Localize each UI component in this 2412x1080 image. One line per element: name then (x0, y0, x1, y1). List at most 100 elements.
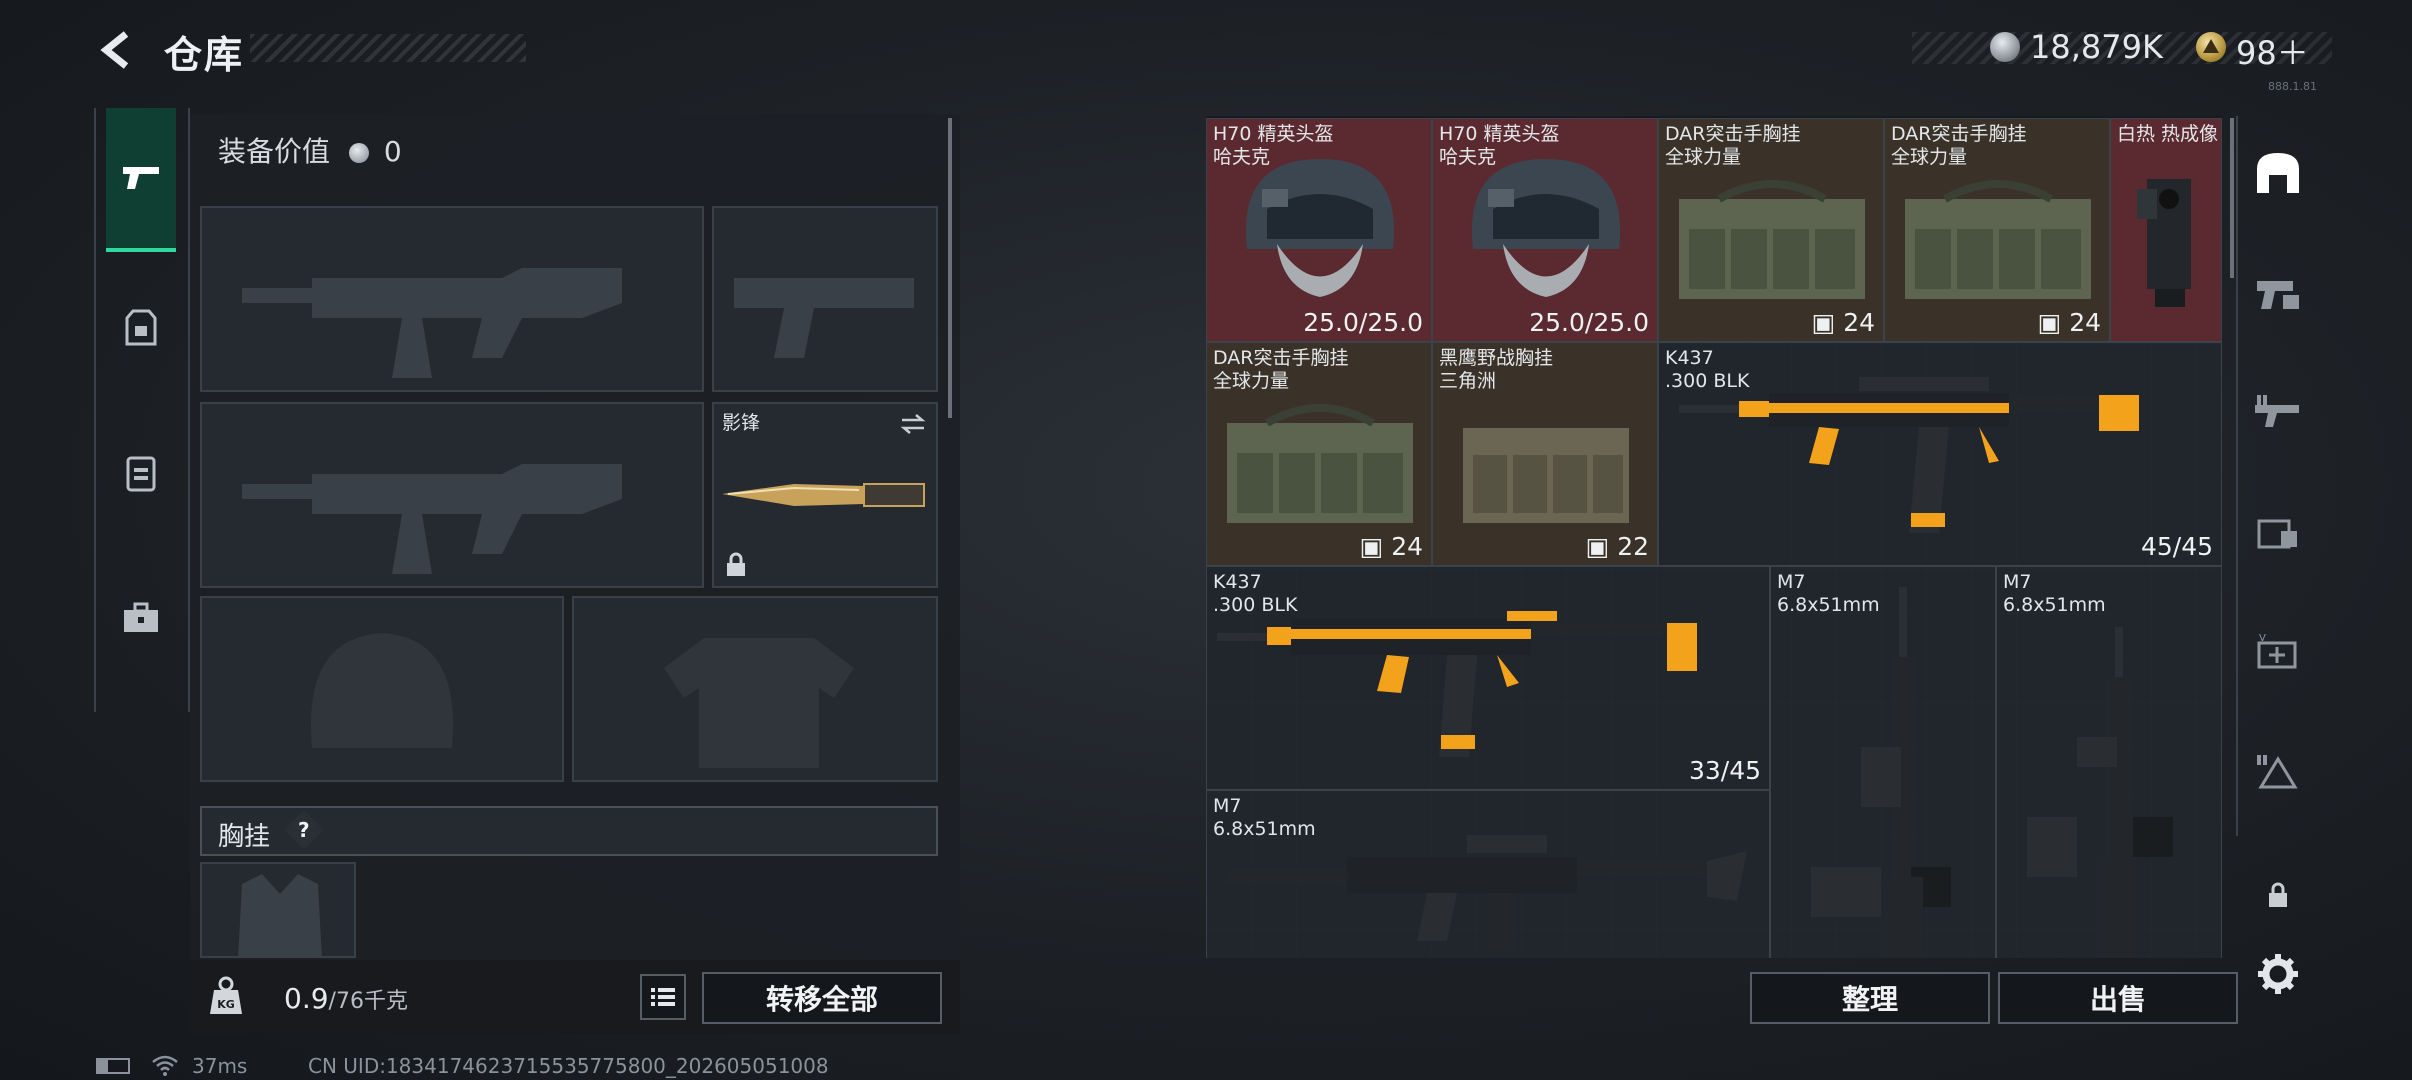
item-name: DAR突击手胸挂 全球力量 (1665, 123, 1801, 168)
transfer-all-button[interactable]: 转移全部 (702, 972, 942, 1024)
tab-all-storage[interactable] (2250, 144, 2306, 200)
misc-category-icon (2257, 755, 2298, 789)
ping-text: 37ms (192, 1054, 248, 1078)
item-name: DAR突击手胸挂 全球力量 (1891, 123, 2027, 168)
item-name: DAR突击手胸挂 全球力量 (1213, 347, 1349, 392)
wifi-icon (150, 1054, 180, 1076)
help-icon[interactable]: ? (284, 810, 324, 850)
body-armor-slot[interactable] (572, 596, 938, 782)
settings-button[interactable] (2256, 952, 2300, 996)
primary-weapon-slot[interactable] (200, 206, 704, 392)
lock-icon (727, 552, 745, 576)
tab-consumables-storage[interactable]: V (2250, 624, 2306, 680)
storage-item[interactable]: K437.300 BLK 33/45 (1206, 566, 1770, 790)
storage-item[interactable]: H70 精英头盔 哈夫克 25.0/25.0 (1206, 118, 1432, 342)
ammo-count: 45/45 (2140, 532, 2213, 561)
storage-grid: H70 精英头盔 哈夫克 25.0/25.0 H70 精英头盔 哈夫克 25.0/2… (1206, 118, 2222, 958)
sort-button[interactable]: 整理 (1750, 972, 1990, 1024)
helmet-silhouette-icon (310, 633, 454, 748)
equipment-scrollbar[interactable] (948, 118, 952, 418)
item-name: 白热 热成像 (2117, 123, 2219, 145)
briefcase-icon (124, 602, 158, 632)
list-view-button[interactable] (640, 974, 686, 1020)
equipment-value-amount: 0 (383, 135, 402, 168)
list-icon (651, 988, 675, 1006)
storage-scrollbar[interactable] (2230, 118, 2234, 278)
item-name: M7 6.8x51mm (1213, 795, 1316, 840)
rifle-silhouette-icon (242, 268, 622, 378)
storage-item[interactable]: DAR突击手胸挂 全球力量 ▣ 24 (1658, 118, 1884, 342)
equipment-category-icon (2257, 519, 2297, 549)
storage-item[interactable]: M7 6.8x51mm (1996, 566, 2222, 958)
item-name: H70 精英头盔 哈夫克 (1439, 123, 1560, 168)
rifle-silhouette-icon (242, 464, 622, 574)
gear-icon (2258, 954, 2298, 994)
capacity-value: ▣ 22 (1585, 532, 1649, 561)
currency-amount: 18,879K (2030, 28, 2163, 66)
title-decoration (250, 34, 526, 62)
storage-item[interactable]: M7 6.8x51mm (1770, 566, 1996, 958)
tab-weapons[interactable] (106, 108, 176, 252)
coin-icon (348, 143, 369, 163)
storage-item[interactable]: K437.300 BLK 45/45 (1658, 342, 2222, 566)
chest-rig-header: 胸挂 ? (200, 806, 938, 856)
durability-value: 25.0/25.0 (1529, 308, 1649, 337)
storage-item[interactable]: 黑鹰野战胸挂 三角洲 ▣ 22 (1432, 342, 1658, 566)
helmet-slot[interactable] (200, 596, 564, 782)
item-name: K437.300 BLK (1213, 571, 1298, 616)
item-name: 黑鹰野战胸挂 三角洲 (1439, 347, 1554, 392)
sell-button[interactable]: 出售 (1998, 972, 2238, 1024)
item-name: M7 6.8x51mm (1777, 571, 1880, 616)
storage-item[interactable]: H70 精英头盔 哈夫克 25.0/25.0 (1432, 118, 1658, 342)
weight-icon: KG (204, 974, 248, 1018)
storage-item[interactable]: 白热 热成像 (2110, 118, 2222, 342)
tab-rifles-storage[interactable] (2250, 384, 2306, 440)
chest-rig-slot[interactable] (200, 862, 356, 958)
melee-slot[interactable]: 影锋 (712, 402, 938, 588)
tab-weapons-storage[interactable] (2250, 264, 2306, 320)
storage-item[interactable]: M7 6.8x51mm (1206, 790, 1770, 958)
item-name: K437.300 BLK (1665, 347, 1750, 392)
weight-readout: 0.9/76千克 (284, 982, 408, 1015)
secondary-weapon-slot[interactable] (200, 402, 704, 588)
warehouse-icon (2257, 153, 2299, 193)
pistol-icon (123, 167, 159, 189)
pistol-slot[interactable] (712, 206, 938, 392)
vest-silhouette-icon (238, 874, 322, 956)
gun-category-icon (2257, 281, 2299, 309)
armor-icon (125, 309, 157, 346)
arrow-left-icon (100, 31, 129, 69)
backpack-icon (126, 456, 156, 492)
item-name: H70 精英头盔 哈夫克 (1213, 123, 1334, 168)
weight-current: 0.9 (284, 982, 329, 1015)
equipment-value-label: 装备价值 (218, 135, 331, 168)
ticket-amount: 98＋ (2236, 34, 2309, 72)
ammo-count: 33/45 (1688, 756, 1761, 785)
svg-text:KG: KG (217, 998, 235, 1011)
page-title: 仓库 (164, 33, 245, 77)
storage-category-nav: V (2236, 116, 2318, 836)
tab-misc-storage[interactable] (2250, 744, 2306, 800)
tab-armor[interactable] (106, 258, 176, 398)
durability-value: 25.0/25.0 (1303, 308, 1423, 337)
lock-icon[interactable] (2264, 880, 2292, 910)
armor-silhouette-icon (664, 638, 854, 768)
rifle-category-icon (2255, 395, 2299, 427)
item-name: M7 6.8x51mm (2003, 571, 2106, 616)
tab-equipment-storage[interactable] (2250, 504, 2306, 560)
capacity-value: ▣ 24 (1359, 532, 1423, 561)
chest-rig-label: 胸挂 (218, 822, 271, 852)
tab-backpack[interactable] (106, 402, 176, 542)
svg-text:V: V (2259, 633, 2266, 644)
version-text: 888.1.81 (2268, 80, 2317, 93)
pistol-silhouette-icon (734, 278, 914, 358)
battery-icon (96, 1058, 130, 1074)
medkit-category-icon: V (2257, 633, 2297, 669)
tab-case[interactable] (106, 548, 176, 688)
weight-max: /76千克 (328, 989, 408, 1014)
capacity-value: ▣ 24 (1811, 308, 1875, 337)
uid-text: CN UID:1834174623715535775800_2026050510… (308, 1054, 829, 1078)
storage-item[interactable]: DAR突击手胸挂 全球力量 ▣ 24 (1206, 342, 1432, 566)
back-button[interactable] (96, 28, 140, 72)
storage-item[interactable]: DAR突击手胸挂 全球力量 ▣ 24 (1884, 118, 2110, 342)
